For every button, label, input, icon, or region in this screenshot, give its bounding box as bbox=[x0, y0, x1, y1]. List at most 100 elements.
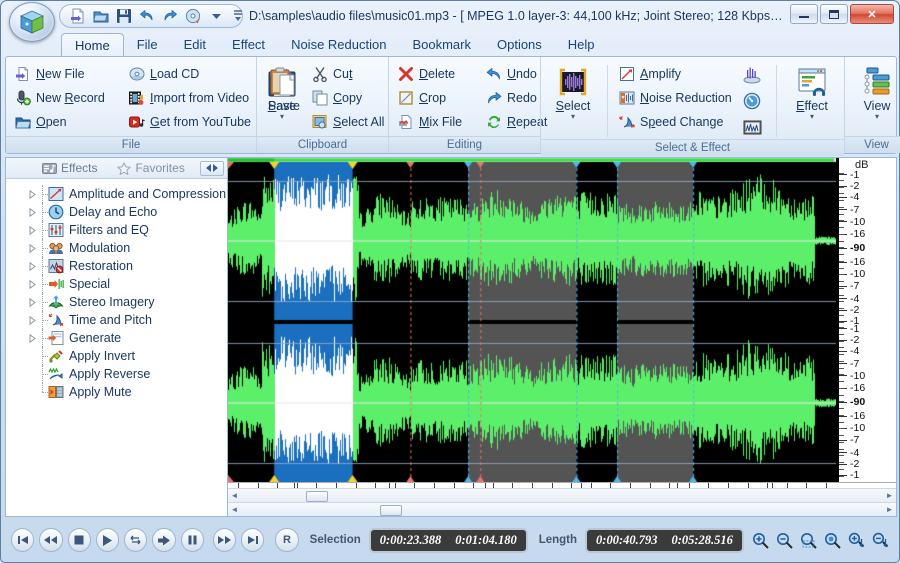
speed-change-menu-item[interactable]: Speed Change bbox=[616, 111, 732, 133]
selection-time-display[interactable]: 0:00:23.388 0:01:04.180 bbox=[369, 528, 528, 553]
expand-arrow-icon[interactable] bbox=[26, 257, 38, 275]
zoom-vertical-out-button[interactable] bbox=[869, 529, 891, 551]
tree-item-apply-mute[interactable]: Apply Mute bbox=[10, 383, 227, 401]
new-file-menu-item[interactable]: New File bbox=[12, 63, 110, 85]
stop-button[interactable] bbox=[68, 528, 91, 552]
effect-button[interactable]: Effect ▾ bbox=[785, 63, 839, 120]
quick-save-button[interactable] bbox=[114, 6, 134, 26]
skip-to-start-button[interactable] bbox=[11, 528, 34, 552]
panel-tab-scroll-buttons[interactable] bbox=[200, 161, 224, 176]
tree-item-special[interactable]: Special bbox=[10, 275, 227, 293]
quick-undo-button[interactable] bbox=[137, 6, 157, 26]
zoom-selection-button[interactable] bbox=[797, 529, 819, 551]
horizontal-scrollbar-1[interactable]: ◄ ► bbox=[228, 488, 896, 502]
noise-reduction-menu-item[interactable]: Noise Reduction bbox=[616, 87, 732, 109]
get-from-youtube-menu-item[interactable]: Get from YouTube bbox=[126, 111, 250, 133]
tree-item-delay-and-echo[interactable]: Delay and Echo bbox=[10, 203, 227, 221]
import-from-video-menu-item[interactable]: Import from Video bbox=[126, 87, 250, 109]
compressor-button[interactable] bbox=[739, 89, 765, 113]
waveform-canvas[interactable] bbox=[228, 158, 838, 482]
expand-arrow-icon[interactable] bbox=[26, 239, 38, 257]
tree-item-generate[interactable]: Generate bbox=[10, 329, 227, 347]
horizontal-scrollbar-2[interactable]: ◄ ► bbox=[228, 502, 896, 516]
pause-button[interactable] bbox=[181, 528, 204, 552]
tree-item-restoration[interactable]: Restoration bbox=[10, 257, 227, 275]
maximize-button[interactable] bbox=[820, 4, 848, 24]
select-all-menu-item[interactable]: Select All bbox=[309, 111, 383, 133]
fast-forward-button[interactable] bbox=[213, 528, 236, 552]
selection-end-value: 0:01:04.180 bbox=[455, 533, 516, 548]
expand-arrow-icon[interactable] bbox=[26, 329, 38, 347]
panel-tab-favorites[interactable]: Favorites bbox=[107, 158, 194, 178]
quick-burn-cd-button[interactable] bbox=[183, 6, 203, 26]
tree-item-modulation[interactable]: Modulation bbox=[10, 239, 227, 257]
redo-icon bbox=[162, 8, 178, 24]
waveform-display[interactable] bbox=[228, 158, 836, 482]
scroll-left-icon[interactable]: ◄ bbox=[228, 503, 241, 516]
amplify-menu-item[interactable]: Amplify bbox=[616, 63, 732, 85]
ribbon-tab-bookmark[interactable]: Bookmark bbox=[399, 33, 484, 57]
scrollbar-thumb[interactable] bbox=[380, 505, 402, 516]
ribbon-tab-edit[interactable]: Edit bbox=[171, 33, 219, 57]
load-cd-menu-item[interactable]: Load CD bbox=[126, 63, 250, 85]
expand-arrow-icon[interactable] bbox=[26, 203, 38, 221]
tree-item-stereo-imagery[interactable]: Stereo Imagery bbox=[10, 293, 227, 311]
paste-button[interactable]: Paste bbox=[263, 63, 305, 113]
db-minor-tick bbox=[839, 308, 844, 309]
record-button[interactable]: R bbox=[275, 528, 298, 552]
scroll-right-icon[interactable]: ► bbox=[883, 503, 896, 516]
tree-item-time-and-pitch[interactable]: Time and Pitch bbox=[10, 311, 227, 329]
expand-arrow-icon[interactable] bbox=[26, 185, 38, 203]
expand-arrow-icon[interactable] bbox=[26, 275, 38, 293]
copy-menu-item[interactable]: Copy bbox=[309, 87, 383, 109]
reverb-button[interactable] bbox=[739, 63, 765, 87]
open-menu-item[interactable]: Open bbox=[12, 111, 110, 133]
tree-item-apply-reverse[interactable]: Apply Reverse bbox=[10, 365, 227, 383]
scissors-icon bbox=[312, 66, 328, 82]
crop-menu-item[interactable]: Crop bbox=[395, 87, 467, 109]
panel-tab-effects[interactable]: Effects bbox=[32, 158, 107, 178]
tree-item-amplitude-and-compression[interactable]: Amplitude and Compression bbox=[10, 185, 227, 203]
zoom-full-button[interactable] bbox=[821, 529, 843, 551]
quick-redo-button[interactable] bbox=[160, 6, 180, 26]
tree-item-filters-and-eq[interactable]: Filters and EQ bbox=[10, 221, 227, 239]
select-button[interactable]: Select ▾ bbox=[547, 63, 599, 120]
equalizer-button[interactable] bbox=[739, 115, 765, 139]
zoom-in-button[interactable] bbox=[749, 529, 771, 551]
qat-overflow-icon[interactable] bbox=[233, 9, 243, 26]
rewind-button[interactable] bbox=[39, 528, 62, 552]
minimize-icon bbox=[799, 16, 809, 18]
ribbon-tab-noise-reduction[interactable]: Noise Reduction bbox=[278, 33, 399, 57]
cut-menu-item[interactable]: Cut bbox=[309, 63, 383, 85]
ribbon-tab-options[interactable]: Options bbox=[484, 33, 555, 57]
ribbon-tab-home[interactable]: Home bbox=[61, 33, 124, 57]
mix-file-menu-item[interactable]: Mix File bbox=[395, 111, 467, 133]
scroll-left-icon[interactable]: ◄ bbox=[228, 489, 241, 502]
expand-arrow-icon[interactable] bbox=[26, 293, 38, 311]
ribbon-tab-help[interactable]: Help bbox=[555, 33, 608, 57]
minimize-button[interactable] bbox=[790, 4, 818, 24]
close-button[interactable]: ✕ bbox=[850, 4, 894, 24]
expand-arrow-icon[interactable] bbox=[26, 311, 38, 329]
new-record-menu-item[interactable]: New Record bbox=[12, 87, 110, 109]
ribbon-tab-effect[interactable]: Effect bbox=[219, 33, 278, 57]
ribbon-tab-file[interactable]: File bbox=[124, 33, 171, 57]
length-time-display[interactable]: 0:00:40.793 0:05:28.516 bbox=[585, 528, 744, 553]
expand-arrow-icon[interactable] bbox=[26, 221, 38, 239]
scrollbar-thumb[interactable] bbox=[306, 491, 328, 502]
tree-item-apply-invert[interactable]: Apply Invert bbox=[10, 347, 227, 365]
skip-to-end-button[interactable] bbox=[241, 528, 264, 552]
quick-new-file-button[interactable] bbox=[68, 6, 88, 26]
db-tick: -90 bbox=[839, 396, 865, 408]
play-selection-button[interactable] bbox=[152, 528, 175, 552]
quick-access-chevron-button[interactable] bbox=[206, 6, 226, 26]
view-button[interactable]: View ▾ bbox=[851, 63, 900, 120]
quick-open-button[interactable] bbox=[91, 6, 111, 26]
delete-menu-item[interactable]: Delete bbox=[395, 63, 467, 85]
loop-button[interactable] bbox=[124, 528, 147, 552]
zoom-out-button[interactable] bbox=[773, 529, 795, 551]
play-button[interactable] bbox=[96, 528, 119, 552]
scroll-right-icon[interactable]: ► bbox=[883, 489, 896, 502]
application-menu-orb[interactable] bbox=[9, 2, 55, 42]
zoom-vertical-in-button[interactable] bbox=[845, 529, 867, 551]
